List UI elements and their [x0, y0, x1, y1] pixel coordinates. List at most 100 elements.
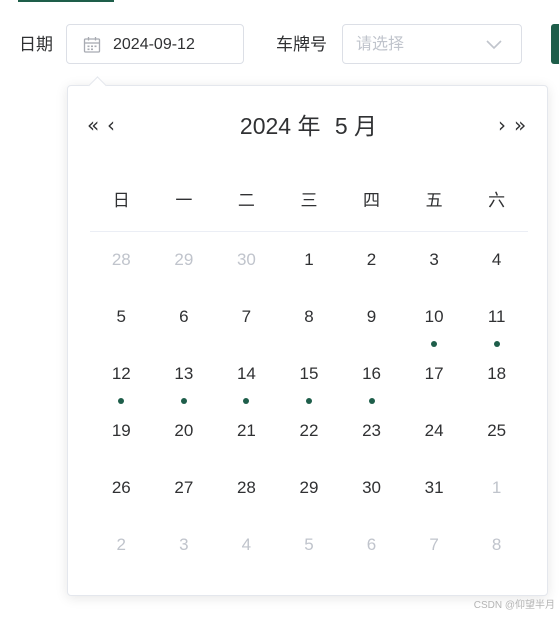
- calendar-day[interactable]: 27: [153, 469, 216, 526]
- calendar-day[interactable]: 11: [465, 298, 528, 355]
- calendar-day-outside-month[interactable]: 3: [153, 526, 216, 583]
- calendar-day-outside-month[interactable]: 1: [465, 469, 528, 526]
- calendar-day-number: 16: [362, 364, 381, 383]
- calendar-day[interactable]: 14: [215, 355, 278, 412]
- calendar-day[interactable]: 2: [340, 241, 403, 298]
- calendar-day-number: 24: [424, 421, 444, 440]
- weekday-label: 日: [112, 191, 130, 210]
- calendar-day-number: 10: [424, 307, 444, 326]
- calendar-day-number: 21: [236, 421, 256, 440]
- calendar-day[interactable]: 8: [278, 298, 341, 355]
- calendar-day-number: 30: [362, 478, 381, 497]
- calendar-day-outside-month[interactable]: 4: [215, 526, 278, 583]
- calendar-day[interactable]: 30: [340, 469, 403, 526]
- calendar-day-number: 5: [116, 307, 127, 326]
- calendar-week-row: 28 29 30 1 2 3 4: [90, 241, 528, 298]
- has-record-dot: [431, 341, 438, 347]
- plate-select[interactable]: 请选择: [342, 24, 522, 64]
- calendar-day-number: 29: [299, 478, 319, 497]
- has-record-dot: [305, 398, 312, 404]
- calendar-day-number: 30: [236, 250, 256, 269]
- calendar-day[interactable]: 19: [90, 412, 153, 469]
- calendar-day-number: 8: [491, 535, 502, 554]
- calendar-day-number: 8: [304, 307, 314, 326]
- has-record-dot: [180, 398, 187, 404]
- plate-select-placeholder: 请选择: [356, 36, 405, 53]
- calendar-day[interactable]: 28: [215, 469, 278, 526]
- calendar-day-outside-month[interactable]: 28: [90, 241, 153, 298]
- calendar-day[interactable]: 4: [465, 241, 528, 298]
- calendar-day[interactable]: 13: [153, 355, 216, 412]
- calendar-day[interactable]: 25: [465, 412, 528, 469]
- calendar-day-number: 7: [429, 535, 439, 554]
- calendar-day[interactable]: 16: [340, 355, 403, 412]
- calendar-day-number: 4: [241, 535, 252, 554]
- calendar-day[interactable]: 24: [403, 412, 466, 469]
- calendar-day-number: 31: [424, 478, 444, 497]
- calendar-day[interactable]: 10: [403, 298, 466, 355]
- calendar-day[interactable]: 12: [90, 355, 153, 412]
- calendar-day-outside-month[interactable]: 2: [90, 526, 153, 583]
- calendar-day-number: 22: [299, 421, 319, 440]
- calendar-day[interactable]: 9: [340, 298, 403, 355]
- weekday-label: 六: [488, 191, 506, 210]
- date-picker-panel: « ‹ 2024 年 5 月 › » 日 一 二 三 四 五 六 28 29 30 1…: [67, 85, 548, 596]
- calendar-day-outside-month[interactable]: 7: [403, 526, 466, 583]
- picker-month-label[interactable]: 5 月: [335, 113, 377, 139]
- weekday-divider: [90, 231, 528, 232]
- date-value: 2024-09-12: [113, 36, 195, 53]
- calendar-day-outside-month[interactable]: 5: [278, 526, 341, 583]
- calendar-day-outside-month[interactable]: 30: [215, 241, 278, 298]
- calendar-day[interactable]: 18: [465, 355, 528, 412]
- weekday-header-row: 日 一 二 三 四 五 六: [90, 186, 528, 216]
- picker-header: 2024 年 5 月: [68, 112, 549, 140]
- calendar-day-number: 1: [304, 250, 314, 269]
- calendar-day-number: 3: [429, 250, 439, 269]
- date-picker-input[interactable]: 2024-09-12: [66, 24, 244, 64]
- has-record-dot: [493, 341, 500, 347]
- calendar-day-number: 28: [236, 478, 256, 497]
- calendar-grid: 28 29 30 1 2 3 4 5 6 7 8 9 10 11 12 13 14 15 16 17 18 19 20 21 2…: [90, 241, 528, 583]
- search-button[interactable]: [551, 24, 559, 64]
- calendar-day-number: 15: [299, 364, 319, 383]
- weekday-label: 五: [425, 191, 443, 210]
- calendar-day[interactable]: 31: [403, 469, 466, 526]
- calendar-week-row: 5 6 7 8 9 10 11: [90, 298, 528, 355]
- calendar-day-outside-month[interactable]: 6: [340, 526, 403, 583]
- has-record-dot: [243, 398, 250, 404]
- calendar-day[interactable]: 5: [90, 298, 153, 355]
- calendar-day[interactable]: 15: [278, 355, 341, 412]
- calendar-day[interactable]: 17: [403, 355, 466, 412]
- calendar-day[interactable]: 20: [153, 412, 216, 469]
- picker-year-label[interactable]: 2024 年: [240, 113, 321, 139]
- calendar-day-outside-month[interactable]: 8: [465, 526, 528, 583]
- calendar-day[interactable]: 3: [403, 241, 466, 298]
- next-month-button[interactable]: ›: [498, 114, 506, 136]
- calendar-day-number: 23: [362, 421, 381, 440]
- calendar-day-number: 26: [111, 478, 131, 497]
- calendar-day-number: 9: [366, 307, 377, 326]
- calendar-day[interactable]: 7: [215, 298, 278, 355]
- next-year-button[interactable]: »: [514, 114, 526, 136]
- watermark: CSDN @仰望半月: [473, 600, 555, 611]
- calendar-day-number: 6: [366, 535, 377, 554]
- calendar-day[interactable]: 21: [215, 412, 278, 469]
- calendar-day-number: 14: [236, 364, 256, 383]
- calendar-day[interactable]: 23: [340, 412, 403, 469]
- calendar-day-number: 7: [241, 307, 252, 326]
- chevron-down-icon: [486, 40, 502, 50]
- calendar-day[interactable]: 29: [278, 469, 341, 526]
- calendar-day-number: 2: [366, 250, 377, 269]
- calendar-day[interactable]: 1: [278, 241, 341, 298]
- calendar-day[interactable]: 26: [90, 469, 153, 526]
- plate-label: 车牌号: [276, 35, 327, 54]
- calendar-week-row: 26 27 28 29 30 31 1: [90, 469, 528, 526]
- calendar-day-number: 5: [304, 535, 314, 554]
- calendar-day-outside-month[interactable]: 29: [153, 241, 216, 298]
- weekday-label: 二: [237, 191, 255, 210]
- calendar-day[interactable]: 22: [278, 412, 341, 469]
- calendar-day[interactable]: 6: [153, 298, 216, 355]
- calendar-day-number: 27: [174, 478, 194, 497]
- calendar-week-row: 2 3 4 5 6 7 8: [90, 526, 528, 583]
- calendar-day-number: 2: [116, 535, 127, 554]
